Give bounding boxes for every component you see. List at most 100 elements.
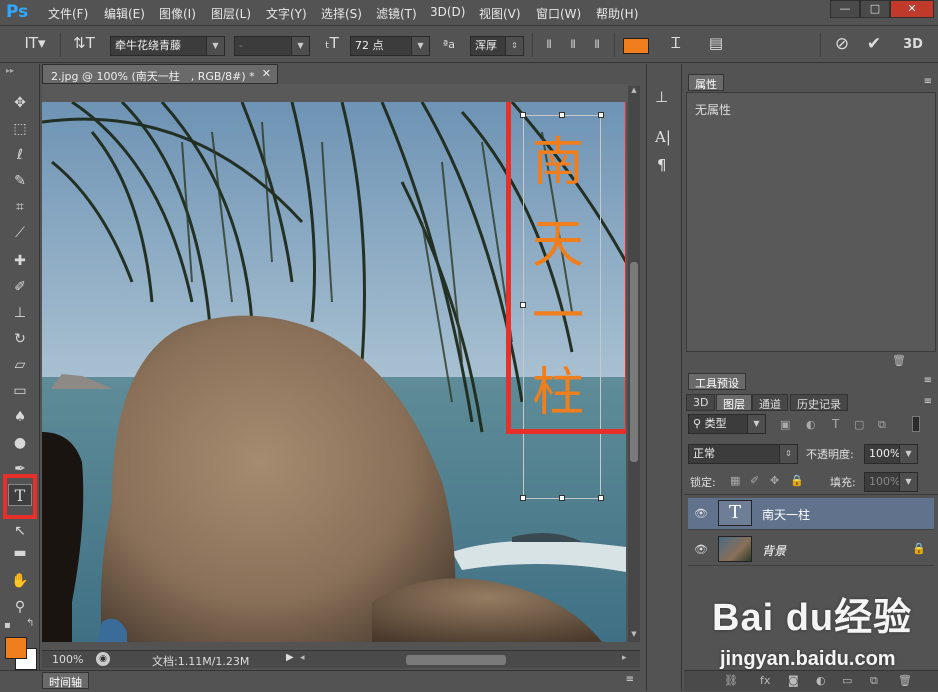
scroll-right-icon[interactable]: ▸ bbox=[622, 653, 627, 663]
fill-input[interactable]: 100% ▼ bbox=[864, 472, 918, 492]
filter-adjustment-icon[interactable]: ◐ bbox=[806, 418, 816, 431]
history-brush-tool-icon[interactable]: ↻ bbox=[8, 328, 32, 350]
foreground-color-swatch[interactable] bbox=[5, 637, 27, 659]
layer-name[interactable]: 南天一柱 bbox=[762, 506, 810, 523]
toggle-text-orientation-icon[interactable]: ⇅T bbox=[72, 34, 96, 56]
minimize-button[interactable]: — bbox=[830, 0, 860, 18]
align-left-icon[interactable]: ⦀ bbox=[540, 34, 558, 56]
panel-menu-icon[interactable]: ≡ bbox=[924, 76, 932, 87]
document-tab[interactable]: 2.jpg @ 100% (南天一柱 , RGB/8#) * ✕ bbox=[42, 64, 278, 84]
crop-tool-icon[interactable]: ⌗ bbox=[8, 196, 32, 218]
cancel-edit-icon[interactable]: ⊘ bbox=[830, 34, 854, 56]
status-menu-arrow-icon[interactable]: ▶ bbox=[286, 652, 294, 663]
scroll-up-icon[interactable]: ▲ bbox=[628, 86, 640, 98]
visibility-eye-icon[interactable]: 👁 bbox=[694, 543, 708, 556]
dodge-tool-icon[interactable]: ● bbox=[8, 432, 32, 454]
horizontal-scroll-thumb[interactable] bbox=[406, 655, 506, 665]
adjustment-layer-icon[interactable]: ◐ bbox=[816, 674, 826, 687]
type-tool-preset-icon[interactable]: ⅠT▾ bbox=[20, 34, 50, 56]
3d-text-button[interactable]: 3D bbox=[900, 34, 926, 56]
align-center-icon[interactable]: ⦀ bbox=[564, 34, 582, 56]
blend-mode-select[interactable]: 正常 ⇕ bbox=[688, 444, 798, 464]
menu-file[interactable]: 文件(F) bbox=[48, 5, 88, 22]
collapse-arrows-icon[interactable]: ▸▸ bbox=[6, 66, 14, 75]
layer-row-background[interactable]: 👁 背景 🔒 bbox=[688, 534, 934, 566]
path-select-tool-icon[interactable]: ↖ bbox=[8, 520, 32, 542]
menu-window[interactable]: 窗口(W) bbox=[536, 5, 581, 22]
status-info-icon[interactable]: ◉ bbox=[96, 652, 110, 666]
transform-handle-bottom-right[interactable] bbox=[598, 495, 604, 501]
healing-brush-tool-icon[interactable]: ✚ bbox=[8, 250, 32, 272]
move-tool-icon[interactable]: ✥ bbox=[8, 92, 32, 114]
filter-toggle[interactable] bbox=[912, 416, 920, 432]
hand-tool-icon[interactable]: ✋ bbox=[8, 570, 32, 592]
paragraph-panel-icon[interactable]: ¶ bbox=[657, 156, 667, 174]
layer-row-text[interactable]: 👁 T 南天一柱 bbox=[688, 498, 934, 530]
lock-position-icon[interactable]: ✥ bbox=[770, 474, 779, 487]
lock-all-icon[interactable]: 🔒 bbox=[790, 474, 804, 487]
character-panel-icon[interactable]: ▤ bbox=[704, 34, 728, 56]
layer-filter-select[interactable]: ⚲ 类型 ▼ bbox=[688, 414, 766, 434]
panel-menu-icon[interactable]: ≡ bbox=[626, 674, 634, 685]
menu-type[interactable]: 文字(Y) bbox=[266, 5, 307, 22]
menu-3d[interactable]: 3D(D) bbox=[430, 5, 465, 19]
font-family-select[interactable]: 牵牛花绕青藤 ▼ bbox=[110, 36, 225, 56]
tab-3d[interactable]: 3D bbox=[686, 394, 716, 411]
stamp-tool-icon[interactable]: ⊥ bbox=[8, 302, 32, 324]
filter-pixel-icon[interactable]: ▣ bbox=[780, 418, 790, 431]
vertical-scroll-thumb[interactable] bbox=[630, 262, 638, 462]
character-panel-icon[interactable]: A| bbox=[655, 128, 671, 146]
lasso-tool-icon[interactable]: ℓ bbox=[8, 144, 32, 166]
new-group-icon[interactable]: ▭ bbox=[842, 674, 852, 687]
menu-image[interactable]: 图像(I) bbox=[159, 5, 196, 22]
eyedropper-tool-icon[interactable]: ⟋ bbox=[8, 222, 32, 244]
lock-pixels-icon[interactable]: ✐ bbox=[750, 474, 759, 487]
text-color-swatch[interactable] bbox=[623, 38, 649, 54]
font-style-select[interactable]: - ▼ bbox=[234, 36, 310, 56]
tab-channels[interactable]: 通道 bbox=[752, 394, 788, 411]
font-size-select[interactable]: 72 点 ▼ bbox=[350, 36, 430, 56]
scroll-left-icon[interactable]: ◂ bbox=[300, 653, 305, 663]
warp-text-icon[interactable]: Ꮖ bbox=[664, 34, 688, 56]
tab-layers[interactable]: 图层 bbox=[716, 394, 752, 411]
tab-history[interactable]: 历史记录 bbox=[790, 394, 848, 411]
swap-colors-icon[interactable]: ↰ bbox=[26, 618, 34, 629]
quick-select-tool-icon[interactable]: ✎ bbox=[8, 170, 32, 192]
eraser-tool-icon[interactable]: ▱ bbox=[8, 354, 32, 376]
restore-button[interactable]: □ bbox=[860, 0, 890, 18]
link-layers-icon[interactable]: ⛓ bbox=[724, 674, 738, 687]
visibility-eye-icon[interactable]: 👁 bbox=[694, 507, 708, 520]
transform-handle-bottom[interactable] bbox=[559, 495, 565, 501]
filter-smart-icon[interactable]: ⧉ bbox=[878, 418, 886, 432]
menu-select[interactable]: 选择(S) bbox=[321, 5, 362, 22]
new-layer-icon[interactable]: ⧉ bbox=[870, 674, 878, 688]
commit-edit-icon[interactable]: ✔ bbox=[862, 34, 886, 56]
zoom-tool-icon[interactable]: ⚲ bbox=[8, 596, 32, 618]
vertical-scrollbar[interactable]: ▲ ▼ bbox=[628, 86, 640, 642]
anti-alias-select[interactable]: 浑厚 ⇕ bbox=[470, 36, 524, 56]
timeline-tab[interactable]: 时间轴 bbox=[42, 672, 89, 689]
zoom-level[interactable]: 100% bbox=[52, 653, 83, 666]
add-mask-icon[interactable]: ◙ bbox=[788, 674, 799, 687]
properties-tab[interactable]: 属性 bbox=[688, 74, 724, 91]
filter-shape-icon[interactable]: ▢ bbox=[854, 418, 864, 431]
menu-filter[interactable]: 滤镜(T) bbox=[376, 5, 417, 22]
lock-transparency-icon[interactable]: ▦ bbox=[730, 474, 740, 487]
marquee-tool-icon[interactable]: ⬚ bbox=[8, 118, 32, 140]
filter-type-icon[interactable]: T bbox=[832, 417, 839, 431]
close-tab-icon[interactable]: ✕ bbox=[262, 67, 271, 80]
menu-layer[interactable]: 图层(L) bbox=[211, 5, 251, 22]
layer-style-icon[interactable]: fx bbox=[760, 674, 770, 687]
layer-name[interactable]: 背景 bbox=[762, 542, 786, 559]
panel-menu-icon[interactable]: ≡ bbox=[924, 375, 932, 386]
trash-icon[interactable]: 🗑 bbox=[892, 354, 906, 367]
gradient-tool-icon[interactable]: ▭ bbox=[8, 380, 32, 402]
tool-presets-tab[interactable]: 工具预设 bbox=[688, 373, 746, 390]
image-canvas[interactable]: 南 天 一 柱 bbox=[42, 102, 626, 642]
scroll-down-icon[interactable]: ▼ bbox=[628, 630, 640, 642]
blur-tool-icon[interactable]: ♠ bbox=[8, 406, 32, 428]
menu-view[interactable]: 视图(V) bbox=[479, 5, 521, 22]
delete-layer-icon[interactable]: 🗑 bbox=[898, 674, 912, 687]
rectangle-tool-icon[interactable]: ▬ bbox=[8, 542, 32, 564]
panel-menu-icon[interactable]: ≡ bbox=[924, 396, 932, 407]
